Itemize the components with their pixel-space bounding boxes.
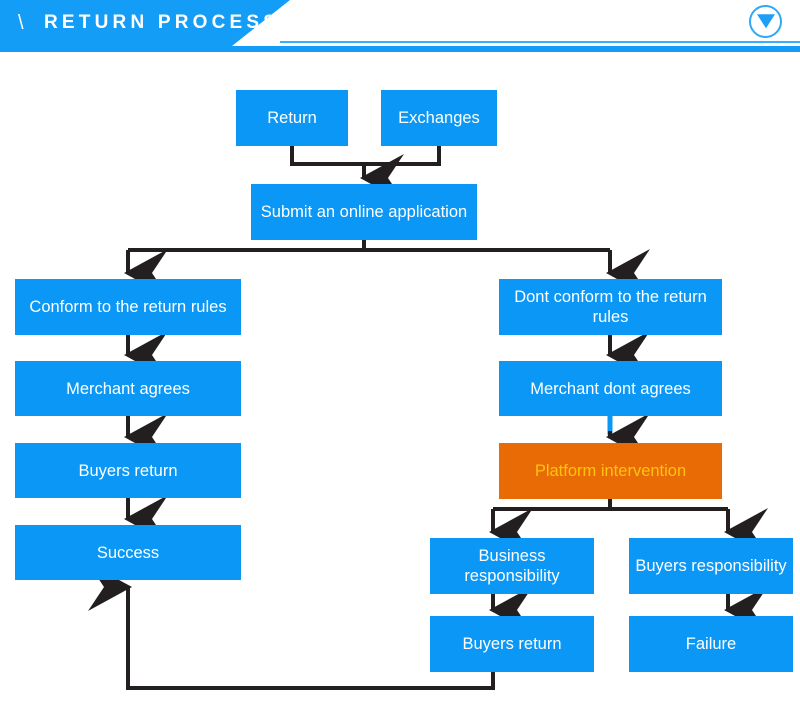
edge-exchanges-to-submit: [364, 146, 441, 166]
page-header: \ RETURN PROCESS: [0, 0, 800, 57]
node-exchanges-label: Exchanges: [398, 109, 480, 127]
node-conform-return-rules[interactable]: Conform to the return rules: [15, 279, 241, 335]
node-business-responsibility[interactable]: Business responsibility: [430, 538, 594, 594]
node-failure[interactable]: Failure: [629, 616, 793, 672]
node-platform-intervention-label: Platform intervention: [534, 462, 687, 480]
node-buyers-return-bottom-label: Buyers return: [462, 635, 562, 653]
edge-return-to-submit: [290, 146, 364, 166]
node-buyers-responsibility[interactable]: Buyers responsibility: [629, 538, 793, 594]
node-merchant-dont-agrees[interactable]: Merchant dont agrees: [499, 361, 722, 416]
node-buyers-return-left-label: Buyers return: [78, 461, 178, 480]
node-conform-return-rules-label: Conform to the return rules: [29, 298, 227, 316]
node-merchant-agrees-label: Merchant agrees: [66, 379, 190, 398]
header-rule-thick: [253, 46, 800, 52]
node-business-responsibility-label: Business responsibility: [464, 547, 560, 585]
header-slash-mark: \: [18, 12, 24, 34]
node-merchant-agrees[interactable]: Merchant agrees: [15, 361, 241, 416]
page-title: RETURN PROCESS: [44, 12, 281, 33]
node-merchant-dont-agrees-label: Merchant dont agrees: [530, 379, 691, 398]
return-process-flowchart: Return Exchanges Submit an online applic…: [0, 57, 800, 709]
header-rule-thin: [280, 41, 800, 43]
chevron-down-circle-icon[interactable]: [749, 5, 782, 38]
node-success-label: Success: [96, 543, 160, 562]
node-buyers-responsibility-label: Buyers responsibility: [635, 557, 787, 575]
chevron-down-triangle: [756, 13, 775, 28]
node-return-label: Return: [267, 109, 317, 127]
node-failure-label: Failure: [685, 635, 737, 653]
node-buyers-return-bottom[interactable]: Buyers return: [430, 616, 594, 672]
node-return[interactable]: Return: [236, 90, 348, 146]
node-exchanges[interactable]: Exchanges: [381, 90, 497, 146]
node-dont-conform-return-rules[interactable]: Dont conform to the return rules: [499, 279, 722, 335]
node-buyers-return-left[interactable]: Buyers return: [15, 443, 241, 498]
node-submit-application-label: Submit an online application: [260, 203, 468, 221]
node-dont-conform-return-rules-label: Dont conform to the return rules: [514, 288, 707, 326]
header-rule-left: [0, 46, 260, 52]
node-success[interactable]: Success: [15, 525, 241, 580]
node-submit-application[interactable]: Submit an online application: [251, 184, 477, 240]
node-platform-intervention[interactable]: Platform intervention: [499, 443, 722, 499]
